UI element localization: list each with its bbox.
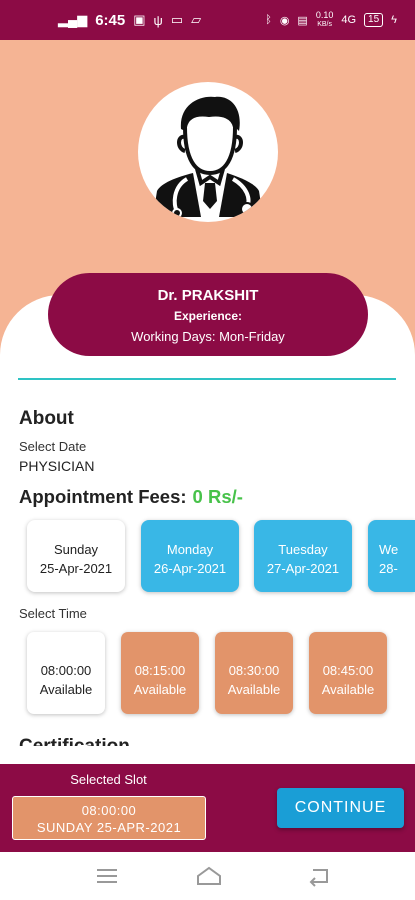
doctor-experience: Experience: (173, 309, 243, 323)
date-day: We (379, 542, 399, 557)
hotspot-icon: ◉ (279, 14, 290, 27)
date-value: 27-Apr-2021 (266, 561, 340, 576)
usb-icon: ψ (153, 12, 163, 28)
system-nav-bar (0, 852, 415, 900)
doctor-avatar (138, 82, 278, 222)
date-card[interactable]: Tuesday 27-Apr-2021 (254, 520, 352, 592)
date-day: Monday (166, 542, 214, 557)
appointment-content[interactable]: About Select Date PHYSICIAN Appointment … (0, 356, 415, 746)
time-slot-status: Available (227, 682, 281, 697)
volte-icon: ▤ (297, 14, 308, 27)
time-slot-card[interactable]: 08:45:00 Available (309, 632, 387, 714)
signal-type: 4G (341, 14, 357, 26)
appointment-fees: Appointment Fees: 0 Rs/- (19, 486, 243, 508)
laptop-icon: ▱ (191, 12, 202, 27)
select-date-label: Select Date (19, 439, 87, 454)
date-card[interactable]: Monday 26-Apr-2021 (141, 520, 239, 592)
date-value: 26-Apr-2021 (153, 561, 227, 576)
notification-icon: ▣ (133, 12, 146, 27)
select-time-label: Select Time (19, 606, 87, 621)
fees-value: 0 Rs/- (192, 486, 243, 507)
time-slot-time: 08:15:00 (134, 663, 186, 678)
time-slot-status: Available (133, 682, 187, 697)
menu-icon[interactable] (94, 864, 120, 888)
date-day: Sunday (53, 542, 99, 557)
back-icon[interactable] (305, 864, 331, 888)
status-bar: ▂▄▆ 6:45 ▣ ψ ▭ ▱ ᛒ ◉ ▤ 0.10 KB/s 4G 15 ϟ (0, 0, 415, 40)
time-slot-time: 08:00:00 (40, 663, 92, 678)
time-slot-status: Available (321, 682, 375, 697)
network-speed: 0.10 KB/s (315, 10, 334, 29)
bluetooth-icon: ᛒ (265, 14, 272, 26)
signal-icon: ▂▄▆ (58, 12, 88, 27)
selected-slot-date: SUNDAY 25-APR-2021 (36, 820, 182, 835)
time-slot-time: 08:30:00 (228, 663, 280, 678)
date-day: Tuesday (278, 542, 328, 557)
selected-slot-label: Selected Slot (70, 772, 147, 787)
about-heading: About (19, 408, 74, 429)
continue-button[interactable]: CONTINUE (277, 788, 404, 828)
home-icon[interactable] (195, 864, 223, 888)
selected-slot-box: 08:00:00 SUNDAY 25-APR-2021 (12, 796, 206, 840)
time-slot-card[interactable]: 08:15:00 Available (121, 632, 199, 714)
doctor-name: Dr. PRAKSHIT (157, 287, 259, 304)
doctor-speciality: PHYSICIAN (19, 458, 95, 474)
divider (18, 378, 396, 380)
certification-heading: Certification (19, 736, 130, 746)
doctor-working-days: Working Days: Mon-Friday (131, 329, 285, 344)
date-value: 28- (379, 561, 398, 576)
image-icon: ▭ (170, 12, 184, 27)
selected-slot-bar: Selected Slot 08:00:00 SUNDAY 25-APR-202… (0, 764, 415, 852)
doctor-info-pill: Dr. PRAKSHIT Experience: Working Days: M… (48, 273, 368, 356)
time-slot-status: Available (39, 682, 93, 697)
battery-icon: 15 (364, 13, 384, 27)
status-time: 6:45 (95, 11, 126, 29)
time-slot-card[interactable]: 08:30:00 Available (215, 632, 293, 714)
date-value: 25-Apr-2021 (39, 561, 113, 576)
time-slot-time: 08:45:00 (322, 663, 374, 678)
date-card[interactable]: Sunday 25-Apr-2021 (27, 520, 125, 592)
date-card[interactable]: We 28- (368, 520, 415, 592)
time-slot-card[interactable]: 08:00:00 Available (27, 632, 105, 714)
fees-label: Appointment Fees: (19, 486, 187, 507)
selected-slot-time: 08:00:00 (81, 803, 137, 818)
doctor-icon (153, 96, 263, 217)
charging-icon: ϟ (391, 14, 397, 26)
